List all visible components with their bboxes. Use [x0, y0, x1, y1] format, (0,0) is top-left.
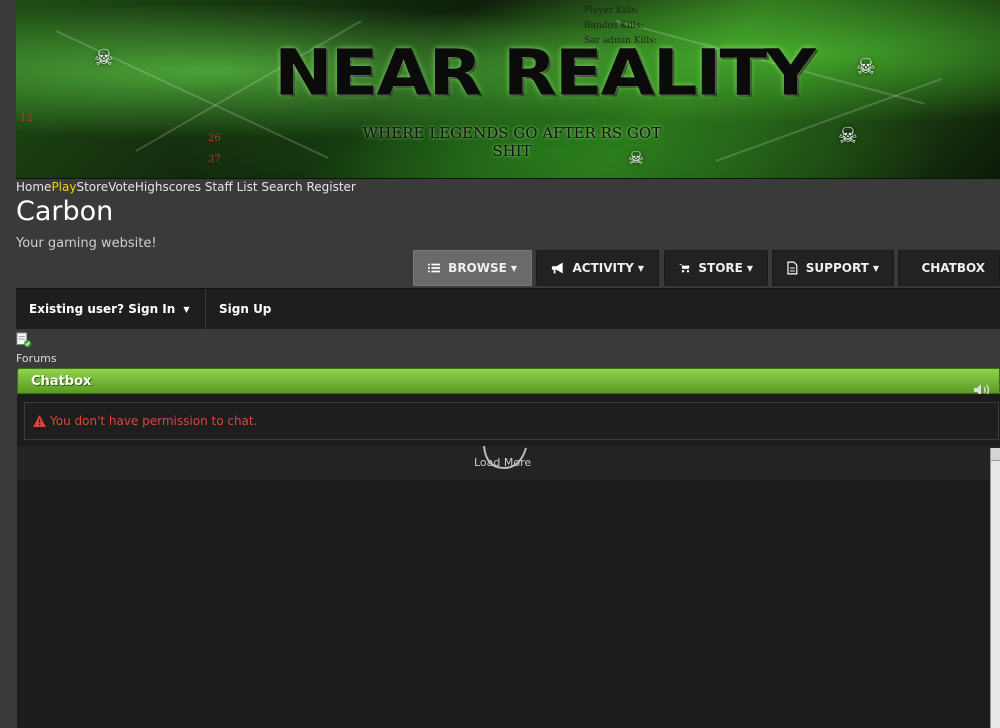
- list-icon: [428, 263, 441, 273]
- skull-icon: ☠: [856, 55, 876, 80]
- banner-tagline: WHERE LEGENDS GO AFTER RS GOT SHIT: [362, 124, 662, 160]
- sign-in-label: Existing user? Sign In: [29, 302, 176, 316]
- sign-in-dropdown[interactable]: Existing user? Sign In ▼: [29, 289, 189, 329]
- nav-link-search[interactable]: Search: [261, 180, 302, 194]
- nav-activity-label: ACTIVITY: [572, 261, 634, 275]
- nav-store-button[interactable]: STORE ▼: [664, 250, 768, 286]
- banner-stat: Player Kills:: [584, 6, 639, 16]
- nav-chatbox-button[interactable]: CHATBOX: [898, 250, 1000, 286]
- sign-up-label: Sign Up: [219, 302, 272, 316]
- nav-link-play[interactable]: Play: [51, 180, 76, 194]
- user-bar: Existing user? Sign In ▼ Sign Up: [16, 288, 1000, 329]
- megaphone-icon: [551, 262, 563, 274]
- banner-number: 26: [208, 133, 221, 144]
- nav-link-store[interactable]: Store: [76, 180, 108, 194]
- breadcrumb-forums[interactable]: Forums: [16, 352, 57, 365]
- caret-down-icon: ▼: [510, 263, 517, 273]
- skull-icon: ☠: [94, 46, 114, 71]
- banner-number: 37: [208, 154, 221, 165]
- nav-link-highscores[interactable]: Highscores: [135, 180, 201, 194]
- nav-browse-label: BROWSE: [448, 261, 507, 275]
- chat-scrollbar[interactable]: [990, 448, 1000, 728]
- sign-up-link[interactable]: Sign Up: [219, 289, 271, 329]
- nav-link-home[interactable]: Home: [16, 180, 51, 194]
- chatbox-header: Chatbox: [17, 368, 1000, 396]
- breadcrumb: Forums: [16, 331, 57, 365]
- nav-link-register[interactable]: Register: [306, 180, 355, 194]
- chatbox-body: You don't have permission to chat. Load …: [17, 394, 1000, 728]
- chatbox-title: Chatbox: [31, 374, 92, 389]
- caret-down-icon: ▼: [637, 263, 644, 273]
- banner-title: NEAR REALITY: [274, 36, 816, 110]
- nav-link-vote[interactable]: Vote: [108, 180, 135, 194]
- divider: [205, 289, 206, 329]
- nav-support-button[interactable]: SUPPORT ▼: [772, 250, 894, 286]
- load-more-link[interactable]: Load More: [474, 456, 531, 469]
- document-icon: [787, 261, 798, 275]
- forum-doc-icon: [16, 332, 32, 348]
- permission-message: You don't have permission to chat.: [50, 414, 258, 428]
- site-title[interactable]: Carbon: [16, 196, 113, 227]
- caret-down-icon: ▼: [183, 304, 190, 314]
- scroll-up-button[interactable]: [991, 448, 1000, 461]
- nav-activity-button[interactable]: ACTIVITY ▼: [536, 250, 659, 286]
- warning-icon: [33, 415, 46, 427]
- cart-icon: [679, 263, 690, 273]
- nav-support-label: SUPPORT: [805, 261, 869, 275]
- caret-down-icon: ▼: [746, 263, 753, 273]
- permission-notice: You don't have permission to chat.: [24, 402, 999, 440]
- nav-store-label: STORE: [698, 261, 743, 275]
- nav-chatbox-label: CHATBOX: [921, 261, 985, 275]
- caret-down-icon: ▼: [872, 263, 879, 273]
- site-subtitle: Your gaming website!: [16, 236, 157, 251]
- banner-stat: Bandos Kills:: [584, 21, 644, 31]
- nav-browse-button[interactable]: BROWSE ▼: [413, 250, 532, 286]
- top-nav: HomePlayStoreVoteHighscores Staff List S…: [16, 180, 356, 194]
- skull-icon: ☠: [838, 124, 858, 149]
- site-banner[interactable]: Player Kills: Bandos Kills: Sar admin Ki…: [16, 0, 1000, 179]
- banner-number: 12: [20, 113, 33, 124]
- nav-link-staff-list[interactable]: Staff List: [205, 180, 258, 194]
